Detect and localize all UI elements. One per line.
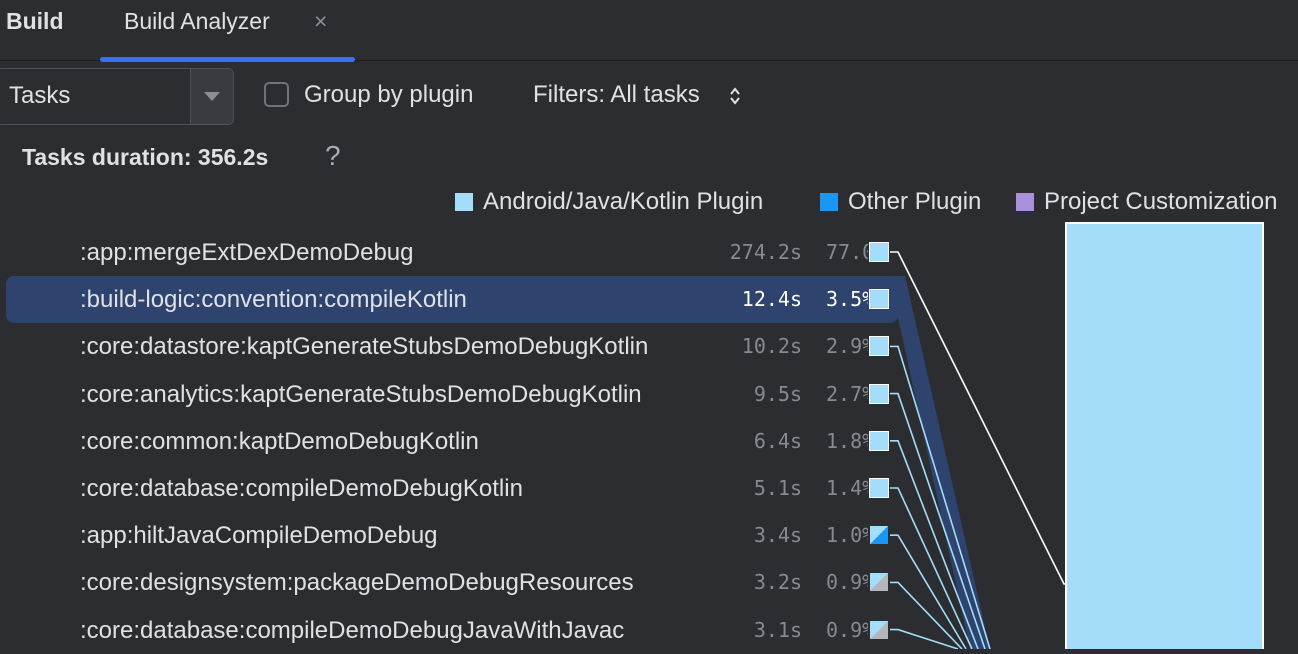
task-time: 274.2s [729,240,802,264]
duration-bar[interactable] [1065,222,1264,649]
task-name: :core:database:compileDemoDebugKotlin [80,475,523,502]
task-percent: 0.9% [826,617,868,642]
task-row[interactable]: :app:mergeExtDexDemoDebug 274.2s 77.0% [0,229,900,276]
task-plugin-swatch [870,243,888,261]
task-plugin-swatch [870,337,888,356]
task-name: :core:database:compileDemoDebugJavaWithJ… [80,616,625,644]
task-percent: 1.8% [826,428,868,453]
selected-task-band [889,276,990,649]
task-percent: 0.9% [826,570,868,595]
task-plugin-swatch [870,573,888,592]
task-time: 9.5s [753,381,802,406]
task-percent: 1.0% [826,523,868,548]
task-row[interactable]: :core:datastore:kaptGenerateStubsDemoDeb… [0,323,900,370]
task-plugin-swatch [870,620,888,639]
task-plugin-swatch [870,384,888,403]
task-connectors [890,251,1066,649]
task-connector-line [890,251,1066,585]
task-time: 3.4s [753,523,802,548]
task-percent: 1.4% [826,476,868,500]
task-row[interactable]: :app:hiltJavaCompileDemoDebug 3.4s 1.0% [0,512,900,559]
task-time: 3.2s [753,570,802,595]
task-percent: 2.9% [826,334,868,359]
task-plugin-swatch [870,290,888,309]
task-time: 12.4s [741,287,802,312]
task-connector-line [890,628,959,649]
task-name: :core:datastore:kaptGenerateStubsDemoDeb… [80,333,649,361]
task-plugin-swatch [870,526,888,545]
task-row[interactable]: :core:designsystem:packageDemoDebugResou… [0,559,900,606]
task-row[interactable]: :core:database:compileDemoDebugJavaWithJ… [0,607,900,654]
task-plugin-swatch [870,479,888,497]
task-name: :core:analytics:kaptGenerateStubsDemoDeb… [80,380,642,408]
task-time: 6.4s [753,428,802,453]
task-time: 3.1s [753,617,802,642]
task-name: :app:mergeExtDexDemoDebug [80,239,414,266]
task-row-selected[interactable]: :build-logic:convention:compileKotlin 12.… [0,276,900,324]
task-name: :build-logic:convention:compileKotlin [80,286,467,314]
task-percent: 2.7% [826,381,868,406]
task-row[interactable]: :core:common:kaptDemoDebugKotlin 6.4s 1.8% [0,418,900,465]
task-row[interactable]: :core:database:compileDemoDebugKotlin 5.1… [0,465,900,512]
task-name: :core:designsystem:packageDemoDebugResou… [80,569,634,597]
task-time: 5.1s [753,476,802,500]
task-percent: 3.5% [826,287,868,312]
task-name: :app:hiltJavaCompileDemoDebug [80,522,438,550]
task-percent: 77.0% [826,240,868,264]
task-time: 10.2s [741,334,802,359]
task-row[interactable]: :core:analytics:kaptGenerateStubsDemoDeb… [0,371,900,418]
task-name: :core:common:kaptDemoDebugKotlin [80,427,479,455]
task-plugin-swatch [870,431,888,450]
